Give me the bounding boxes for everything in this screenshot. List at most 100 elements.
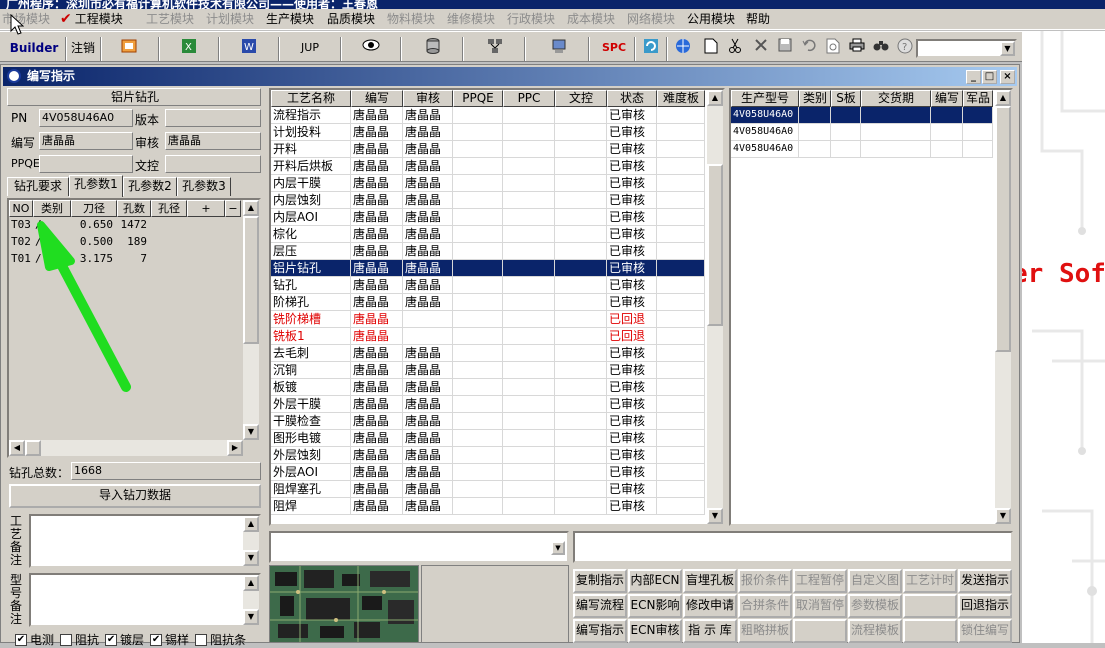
hole-grid-vscroll[interactable]: ▲ ▼ <box>243 200 259 440</box>
scroll-up-arrow[interactable]: ▲ <box>243 575 259 591</box>
action-button[interactable]: 工程暂停 <box>793 569 847 593</box>
checkbox-box[interactable]: ✔ <box>105 633 118 646</box>
action-button[interactable]: 修改申请 <box>683 594 737 618</box>
print-icon[interactable] <box>846 38 868 60</box>
action-button[interactable]: 编写流程 <box>573 594 627 618</box>
process-row[interactable]: 流程指示 唐晶晶 唐晶晶 已审核 <box>271 107 705 124</box>
scroll-thumb[interactable] <box>707 164 723 326</box>
hole-column-header[interactable]: − <box>225 200 241 217</box>
scroll-up-arrow[interactable]: ▲ <box>243 516 259 532</box>
checkbox-box[interactable]: ✔ <box>150 633 163 646</box>
hole-column-header[interactable]: NO <box>9 200 33 217</box>
action-button[interactable]: ECN审核 <box>628 619 682 643</box>
action-button[interactable]: 自定义图 <box>848 569 902 593</box>
process-column-header[interactable]: 状态 <box>607 90 657 107</box>
checkbox-2[interactable]: ✔ 镀层 <box>105 633 144 647</box>
checkbox-box[interactable]: ✔ <box>15 633 27 646</box>
builder-button[interactable]: Builder <box>4 38 64 60</box>
preview-icon[interactable] <box>822 38 844 60</box>
save-icon[interactable] <box>774 38 796 60</box>
internet-icon[interactable] <box>672 38 694 60</box>
ppqe-field[interactable] <box>39 155 133 173</box>
process-column-header[interactable]: PPC <box>503 90 555 107</box>
jup-button[interactable]: JUP <box>290 38 330 60</box>
computer-icon[interactable] <box>548 38 570 60</box>
scroll-left-arrow[interactable]: ◀ <box>9 440 25 456</box>
tab-2[interactable]: 孔参数2 <box>123 177 177 196</box>
model-row[interactable]: 4V058U46A0 <box>731 107 993 124</box>
menu-8[interactable]: 行政模块 <box>507 11 555 28</box>
model-column-header[interactable]: 交货期 <box>861 90 931 107</box>
process-row[interactable]: 干膜检查 唐晶晶 唐晶晶 已审核 <box>271 413 705 430</box>
delete-icon[interactable] <box>750 38 772 60</box>
process-row[interactable]: 去毛刺 唐晶晶 唐晶晶 已审核 <box>271 345 705 362</box>
hole-grid-hscroll[interactable]: ◀ ▶ <box>9 440 243 456</box>
process-row[interactable]: 板镀 唐晶晶 唐晶晶 已审核 <box>271 379 705 396</box>
database-icon[interactable] <box>422 38 444 60</box>
menu-9[interactable]: 成本模块 <box>567 11 615 28</box>
new-document-icon[interactable] <box>700 38 722 60</box>
eye-icon[interactable] <box>360 38 382 60</box>
help-icon[interactable]: ? <box>894 38 916 60</box>
action-button[interactable]: 合拼条件 <box>738 594 792 618</box>
spc-button[interactable]: SPC <box>598 38 630 60</box>
checkbox-0[interactable]: ✔ 电测 <box>15 633 54 647</box>
find-icon[interactable] <box>870 38 892 60</box>
pn-field[interactable]: 4V058U46A0 <box>39 109 133 127</box>
process-row[interactable]: 外层AOI 唐晶晶 唐晶晶 已审核 <box>271 464 705 481</box>
process-row[interactable]: 铣板1 唐晶晶 已回退 <box>271 328 705 345</box>
reviewer-field[interactable]: 唐晶晶 <box>165 132 261 150</box>
process-row[interactable]: 钻孔 唐晶晶 唐晶晶 已审核 <box>271 277 705 294</box>
process-grid-vscroll[interactable]: ▲ ▼ <box>707 90 723 524</box>
menu-6[interactable]: 物料模块 <box>387 11 435 28</box>
menu-12[interactable]: 帮助 <box>746 11 770 28</box>
hole-row[interactable]: T02 / 0.500 189 <box>9 234 241 251</box>
action-button[interactable]: 回退指示 <box>958 594 1012 618</box>
action-button[interactable]: 锁住编写 <box>958 619 1012 643</box>
process-row[interactable]: 阻焊塞孔 唐晶晶 唐晶晶 已审核 <box>271 481 705 498</box>
action-button[interactable] <box>903 594 957 618</box>
menu-3[interactable]: 计划模块 <box>206 11 254 28</box>
action-button[interactable]: ECN影响 <box>628 594 682 618</box>
hole-column-header[interactable]: 孔数 <box>117 200 151 217</box>
action-button[interactable]: 报价条件 <box>738 569 792 593</box>
process-row[interactable]: 棕化 唐晶晶 唐晶晶 已审核 <box>271 226 705 243</box>
toolbar-combo[interactable]: ▼ <box>916 39 1017 58</box>
process-row[interactable]: 开料后烘板 唐晶晶 唐晶晶 已审核 <box>271 158 705 175</box>
minimize-button[interactable]: _ <box>966 70 981 84</box>
import-drill-data-button[interactable]: 导入钻刀数据 <box>9 484 261 508</box>
action-button[interactable]: 取消暂停 <box>793 594 847 618</box>
menu-7[interactable]: 维修模块 <box>447 11 495 28</box>
scroll-down-arrow[interactable]: ▼ <box>243 609 259 625</box>
process-note-scroll[interactable]: ▲ ▼ <box>243 516 259 566</box>
process-row[interactable]: 图形电镀 唐晶晶 唐晶晶 已审核 <box>271 430 705 447</box>
doc-control-field[interactable] <box>165 155 261 173</box>
hscroll-thumb[interactable] <box>25 440 41 456</box>
process-row[interactable]: 沉铜 唐晶晶 唐晶晶 已审核 <box>271 362 705 379</box>
process-column-header[interactable]: 难度板 <box>657 90 705 107</box>
process-column-header[interactable]: 审核 <box>403 90 453 107</box>
action-button[interactable]: 复制指示 <box>573 569 627 593</box>
model-column-header[interactable]: 类别 <box>799 90 831 107</box>
tab-3[interactable]: 孔参数3 <box>177 177 231 196</box>
scroll-thumb[interactable] <box>243 216 259 344</box>
scroll-down-arrow[interactable]: ▼ <box>243 550 259 566</box>
process-note-textarea[interactable]: ▲ ▼ <box>29 514 261 568</box>
logout-button[interactable]: 注销 <box>68 38 98 60</box>
menu-4[interactable]: 生产模块 <box>266 11 314 28</box>
process-row[interactable]: 外层蚀刻 唐晶晶 唐晶晶 已审核 <box>271 447 705 464</box>
network-icon[interactable] <box>484 38 506 60</box>
model-row[interactable]: 4V058U46A0 <box>731 124 993 141</box>
cut-icon[interactable] <box>724 38 746 60</box>
scroll-down-arrow[interactable]: ▼ <box>243 424 259 440</box>
action-button[interactable]: 工艺计时 <box>903 569 957 593</box>
process-row[interactable]: 铝片钻孔 唐晶晶 唐晶晶 已审核 <box>271 260 705 277</box>
action-button[interactable]: 指 示 库 <box>683 619 737 643</box>
process-row[interactable]: 内层蚀刻 唐晶晶 唐晶晶 已审核 <box>271 192 705 209</box>
author-field[interactable]: 唐晶晶 <box>39 132 133 150</box>
action-button[interactable]: 流程模板 <box>848 619 902 643</box>
version-field[interactable] <box>165 109 261 127</box>
menu-5[interactable]: 品质模块 <box>327 11 375 28</box>
refresh-icon[interactable] <box>640 38 662 60</box>
scroll-up-arrow[interactable]: ▲ <box>243 200 259 216</box>
